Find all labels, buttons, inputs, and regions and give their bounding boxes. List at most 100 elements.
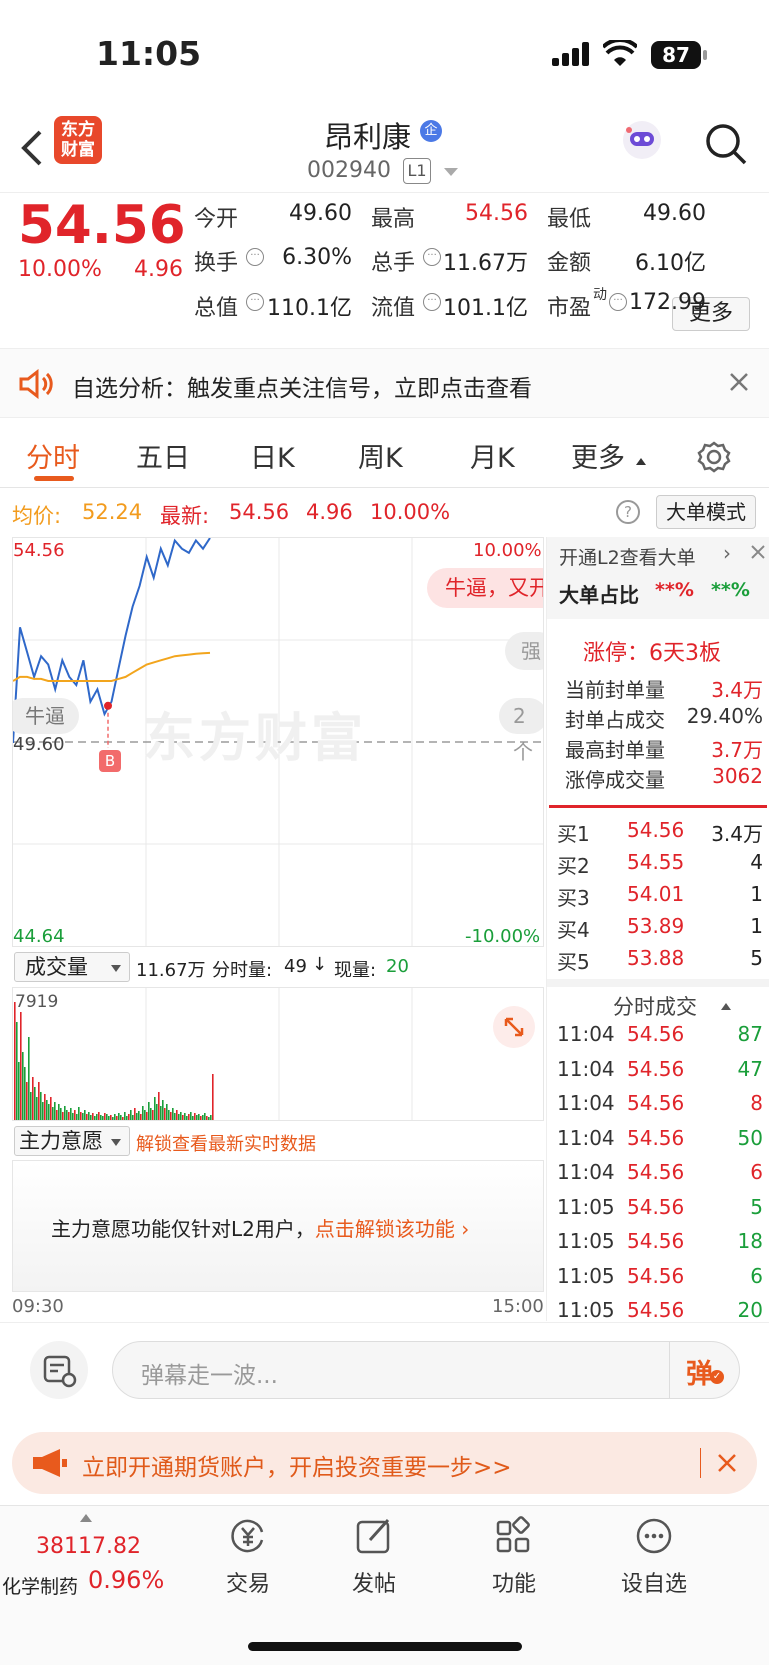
latest-pct: 10.00%: [370, 500, 451, 524]
l2-promo[interactable]: 开通L2查看大单 › 大单占比 **% **%: [547, 537, 769, 619]
help-icon[interactable]: ?: [616, 500, 640, 524]
trade-time: 11:05: [557, 1194, 615, 1219]
nav-watchlist[interactable]: 设自选: [604, 1516, 704, 1598]
volume-bar: [180, 1112, 182, 1120]
caret-up-icon[interactable]: [721, 1003, 731, 1010]
volume-bar: [96, 1114, 98, 1120]
info-icon[interactable]: ···: [423, 248, 441, 266]
search-icon[interactable]: [704, 122, 748, 166]
tab-daily-k[interactable]: 日K: [250, 436, 295, 475]
volume-bar: [186, 1116, 188, 1120]
volume-bar: [138, 1111, 140, 1120]
limit-row-value: 3.7万: [711, 738, 763, 762]
nav-trade[interactable]: 交易: [198, 1516, 298, 1598]
volume-bar: [122, 1117, 124, 1120]
volume-bar: [202, 1115, 204, 1120]
close-icon[interactable]: [728, 371, 750, 393]
index-value[interactable]: 38117.82: [36, 1534, 141, 1559]
info-icon[interactable]: ···: [246, 248, 264, 266]
order-book-volume: 3.4万: [711, 822, 763, 846]
tab-weekly-k[interactable]: 周K: [358, 436, 403, 475]
trade-volume: 18: [737, 1229, 763, 1253]
volume-bar: [32, 1077, 34, 1120]
info-icon[interactable]: ···: [609, 293, 627, 311]
level-badge[interactable]: L1: [403, 158, 431, 184]
index-name: 化学制药: [2, 1576, 79, 1598]
volume-bar: [82, 1113, 84, 1120]
volume-chart[interactable]: 7919: [12, 987, 544, 1121]
status-bar: 11:05 87: [0, 0, 769, 110]
nav-post[interactable]: 发帖: [324, 1516, 424, 1598]
trade-volume: 5: [750, 1194, 763, 1219]
danmu-bubble[interactable]: 2个: [499, 698, 543, 764]
power-unlock-link[interactable]: 点击解锁该功能: [315, 1217, 455, 1241]
order-book-price: 53.89: [627, 914, 685, 938]
volume-bar: [124, 1112, 126, 1120]
volume-bar: [24, 1067, 26, 1120]
close-icon[interactable]: [716, 1452, 738, 1474]
trade-volume: 8: [750, 1091, 763, 1115]
danmu-bubble[interactable]: 强: [505, 632, 543, 670]
volume-selector[interactable]: 成交量: [14, 952, 130, 982]
back-button[interactable]: [16, 128, 46, 168]
price-change: 4.96: [134, 257, 183, 282]
futures-ad[interactable]: 立即开通期货账户，开启投资重要一步>>: [12, 1432, 757, 1494]
power-panel: 主力意愿功能仅针对L2用户，点击解锁该功能 ›: [12, 1160, 544, 1292]
danmu-bubble[interactable]: 牛逼，又开: [427, 568, 543, 608]
danmu-input[interactable]: 弹幕走一波... 弹 ✓: [112, 1341, 740, 1399]
volume-bar: [116, 1116, 118, 1120]
volume-bar: [106, 1114, 108, 1120]
nav-function-label: 功能: [491, 1572, 536, 1597]
buy-marker[interactable]: B: [99, 750, 121, 772]
stock-code: 002940: [307, 158, 391, 183]
info-icon[interactable]: ···: [246, 293, 264, 311]
dropdown-icon[interactable]: [444, 168, 458, 176]
expand-icon[interactable]: [493, 1006, 535, 1048]
trade-price: 54.56: [627, 1229, 685, 1253]
battery-level: 87: [662, 43, 690, 67]
trade-volume: 50: [737, 1125, 763, 1150]
comment-bar: 弹幕走一波... 弹 ✓: [0, 1322, 769, 1417]
volume-bar: [160, 1106, 162, 1120]
caret-up-icon[interactable]: [80, 1514, 92, 1522]
volume-bar: [182, 1115, 184, 1120]
order-book-label: 买2: [557, 854, 590, 878]
robot-avatar-icon[interactable]: [620, 118, 664, 162]
quote-label: 换手: [194, 251, 239, 276]
tab-five-day[interactable]: 五日: [136, 436, 190, 475]
trade-volume: 20: [737, 1298, 763, 1322]
close-icon[interactable]: [749, 543, 767, 561]
volume-bar: [192, 1116, 194, 1120]
volume-bar: [72, 1113, 74, 1120]
trade-time: 11:04: [557, 1091, 615, 1115]
tab-more[interactable]: 更多: [571, 436, 625, 475]
analysis-banner[interactable]: 自选分析：触发重点关注信号，立即点击查看: [0, 348, 769, 418]
big-order-mode-button[interactable]: 大单模式: [656, 495, 756, 529]
volume-bar: [150, 1108, 152, 1120]
settings-icon[interactable]: [697, 440, 731, 474]
quote-value: 110.1亿: [267, 296, 352, 321]
trade-price: 54.56: [627, 1125, 685, 1150]
intraday-chart[interactable]: 东方财富 54.56 49.60 44.64 10.00% -10.00% 牛逼…: [12, 537, 544, 947]
limit-row-label: 涨停成交量: [565, 768, 665, 792]
volume-bar: [200, 1116, 202, 1120]
watermark: 东方财富: [143, 709, 368, 769]
quote-label: 总值: [194, 296, 239, 321]
volume-bar: [210, 1115, 212, 1120]
volume-bar: [118, 1113, 120, 1120]
stock-name[interactable]: 昂利康: [324, 114, 411, 156]
note-icon[interactable]: [30, 1341, 88, 1399]
tab-monthly-k[interactable]: 月K: [470, 436, 515, 475]
quote-value: 54.56: [465, 201, 528, 226]
nav-watchlist-label: 设自选: [620, 1572, 687, 1597]
nav-function[interactable]: 功能: [464, 1516, 564, 1598]
unlock-link[interactable]: 解锁查看最新实时数据: [136, 1130, 316, 1156]
trade-time: 11:05: [557, 1263, 615, 1288]
danmu-send-button[interactable]: 弹 ✓: [669, 1342, 741, 1398]
tab-intraday[interactable]: 分时: [26, 436, 80, 475]
volume-bar: [170, 1112, 172, 1120]
info-icon[interactable]: ···: [423, 293, 441, 311]
danmu-bubble[interactable]: 牛逼: [13, 698, 79, 734]
quote-label: 金额: [547, 251, 592, 276]
power-selector[interactable]: 主力意愿: [14, 1126, 130, 1156]
